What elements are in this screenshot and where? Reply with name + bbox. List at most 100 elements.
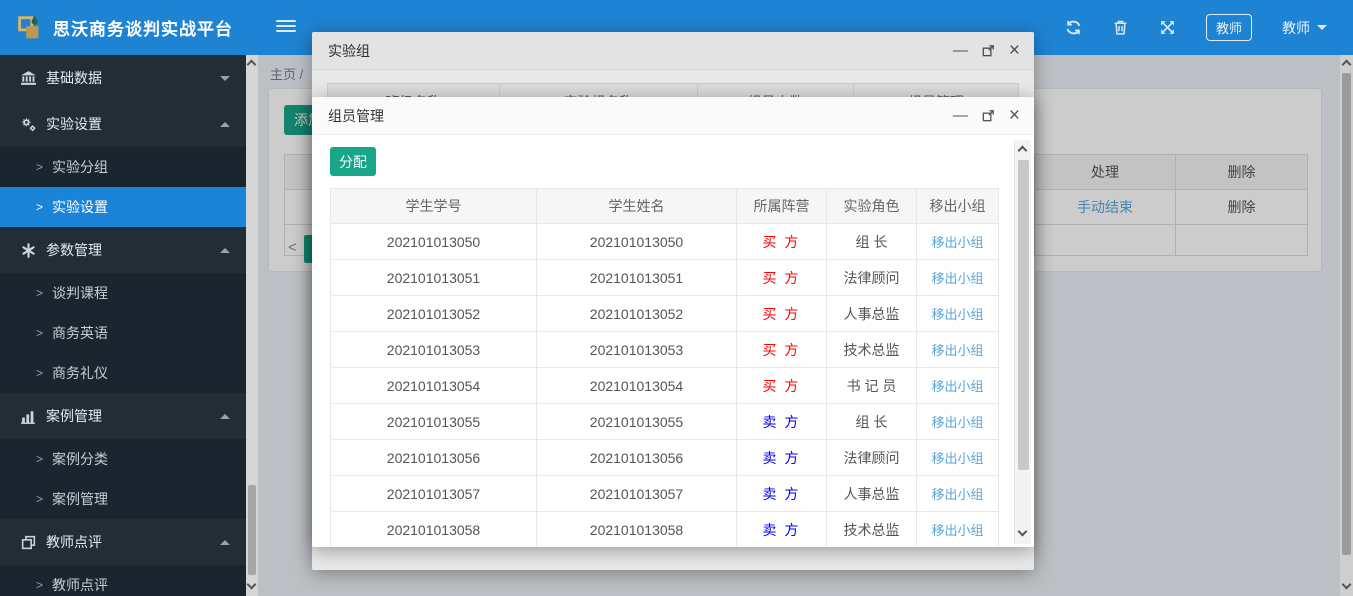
close-icon[interactable]: × [1009,106,1020,125]
cell-student-name: 202101013056 [537,440,737,475]
refresh-icon[interactable] [1065,19,1082,36]
cell-student-name: 202101013058 [537,512,737,547]
bar-chart-icon [20,408,37,425]
cell-role: 组 长 [827,224,917,259]
minimize-icon[interactable]: — [953,108,968,123]
table-row: 202101013056202101013056卖 方法律顾问移出小组 [331,440,998,476]
page-scrollbar-thumb[interactable] [1342,73,1351,555]
role-badge[interactable]: 教师 [1206,14,1252,41]
sidebar-item-label: 商务礼仪 [52,363,108,383]
modal-scrollbar[interactable] [1014,140,1031,544]
maximize-icon[interactable] [981,43,996,58]
brand: 思沃商务谈判实战平台 [14,0,233,55]
cell-camp: 卖 方 [737,476,827,511]
sidebar-item-teacher-review[interactable]: 教师点评 [0,519,246,565]
sidebar-item-case-management[interactable]: 案例管理 [0,393,246,439]
sidebar-item-basic-data[interactable]: 基础数据 [0,55,246,101]
scroll-down-icon[interactable] [1342,580,1352,590]
sidebar-item-case-management-sub[interactable]: >案例管理 [0,479,246,519]
remove-from-group-link[interactable]: 移出小组 [917,476,998,511]
member-table-body: 202101013050202101013050买 方组 长移出小组202101… [331,224,998,547]
topbar-actions: 教师 教师 [1065,0,1327,55]
table-row: 202101013050202101013050买 方组 长移出小组 [331,224,998,260]
scroll-up-icon[interactable] [1342,60,1352,70]
modal-controls: — × [953,106,1020,125]
cell-student-id: 202101013055 [331,404,537,439]
modal-scrollbar-thumb[interactable] [1018,160,1029,470]
chevron-right-icon: > [36,492,43,506]
modal-title: 实验组 [328,41,370,61]
remove-from-group-link[interactable]: 移出小组 [917,296,998,331]
expand-icon[interactable] [1159,19,1176,36]
table-row: 202101013051202101013051买 方法律顾问移出小组 [331,260,998,296]
cell-role: 书 记 员 [827,368,917,403]
remove-from-group-link[interactable]: 移出小组 [917,224,998,259]
table-row: 202101013054202101013054买 方书 记 员移出小组 [331,368,998,404]
sidebar-item-experiment-settings[interactable]: 实验设置 [0,101,246,147]
cell-student-id: 202101013057 [331,476,537,511]
chevron-up-icon [220,122,230,127]
sidebar-item-experiment-setting[interactable]: >实验设置 [0,187,246,227]
scroll-down-icon[interactable] [1018,527,1028,537]
sidebar-scrollbar-thumb[interactable] [248,485,256,575]
close-icon[interactable]: × [1009,41,1020,60]
cell-role: 技术总监 [827,512,917,547]
remove-from-group-link[interactable]: 移出小组 [917,404,998,439]
chevron-right-icon: > [36,200,43,214]
sidebar-item-case-category[interactable]: >案例分类 [0,439,246,479]
asterisk-icon [20,242,37,259]
app-title: 思沃商务谈判实战平台 [53,15,233,40]
cell-camp: 买 方 [737,296,827,331]
minimize-icon[interactable]: — [953,43,968,58]
cell-student-id: 202101013056 [331,440,537,475]
sidebar-item-label: 基础数据 [46,68,102,88]
remove-from-group-link[interactable]: 移出小组 [917,440,998,475]
table-row: 202101013053202101013053买 方技术总监移出小组 [331,332,998,368]
remove-from-group-link[interactable]: 移出小组 [917,512,998,547]
hamburger-icon[interactable] [276,20,296,35]
scroll-up-icon[interactable] [1018,146,1028,156]
cell-camp: 买 方 [737,332,827,367]
user-menu[interactable]: 教师 [1282,18,1327,38]
page-scrollbar[interactable] [1340,55,1353,596]
remove-from-group-link[interactable]: 移出小组 [917,260,998,295]
assign-button[interactable]: 分配 [330,147,376,176]
sidebar-item-label: 教师点评 [52,575,108,595]
scroll-down-icon[interactable] [247,580,257,590]
cell-student-name: 202101013055 [537,404,737,439]
cell-role: 技术总监 [827,332,917,367]
remove-from-group-link[interactable]: 移出小组 [917,368,998,403]
sidebar-item-parameter-management[interactable]: 参数管理 [0,227,246,273]
sidebar-item-teacher-review-sub[interactable]: > 教师点评 [0,565,246,596]
user-menu-label: 教师 [1282,18,1310,38]
sidebar-item-negotiation-course[interactable]: >谈判课程 [0,273,246,313]
column-camp: 所属阵营 [737,189,827,223]
cell-role: 人事总监 [827,296,917,331]
sidebar-item-business-english[interactable]: >商务英语 [0,313,246,353]
chevron-right-icon: > [36,366,43,380]
trash-icon[interactable] [1112,19,1129,36]
cell-student-name: 202101013051 [537,260,737,295]
sidebar-item-experiment-grouping[interactable]: >实验分组 [0,147,246,187]
chevron-up-icon [220,248,230,253]
cell-student-name: 202101013052 [537,296,737,331]
sidebar-scrollbar[interactable] [246,55,258,596]
scroll-up-icon[interactable] [247,60,257,70]
sidebar-item-label: 教师点评 [46,532,102,552]
cell-camp: 卖 方 [737,512,827,547]
column-student-id: 学生学号 [331,189,537,223]
chevron-right-icon: > [36,326,43,340]
cell-student-name: 202101013054 [537,368,737,403]
modal-body: 分配 学生学号 学生姓名 所属阵营 实验角色 移出小组 202101013050… [312,135,1034,547]
modal-header: 实验组 — × [312,32,1034,70]
remove-from-group-link[interactable]: 移出小组 [917,332,998,367]
sidebar-item-business-etiquette[interactable]: > 商务礼仪 [0,353,246,393]
table-row: 202101013057202101013057卖 方人事总监移出小组 [331,476,998,512]
modal-title: 组员管理 [328,106,384,126]
chevron-up-icon [220,540,230,545]
sidebar-menu: 基础数据实验设置>实验分组>实验设置参数管理>谈判课程>商务英语>商务礼仪案例管… [0,55,246,596]
table-row: 202101013052202101013052买 方人事总监移出小组 [331,296,998,332]
maximize-icon[interactable] [981,108,996,123]
chevron-right-icon: > [36,578,43,592]
cell-camp: 卖 方 [737,404,827,439]
